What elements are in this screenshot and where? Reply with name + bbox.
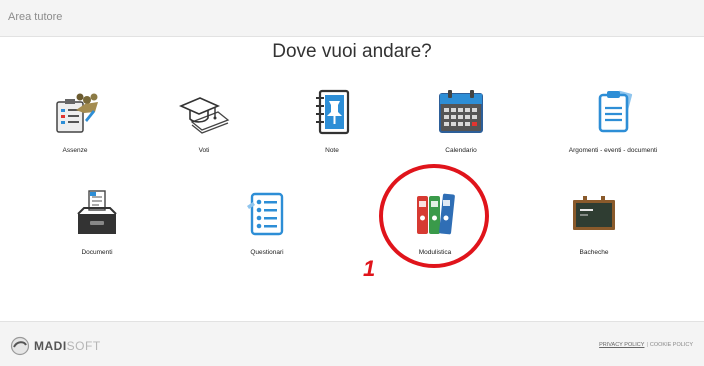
tile-note[interactable]: Note bbox=[267, 86, 397, 176]
tile-label: Assenze bbox=[62, 147, 88, 154]
footer-links: PRIVACY POLICY | COOKIE POLICY bbox=[599, 342, 693, 348]
binders-icon bbox=[409, 188, 461, 240]
tile-label: Voti bbox=[198, 147, 210, 154]
tile-modulistica[interactable]: Modulistica bbox=[370, 188, 500, 278]
tile-label: Argomenti - eventi - documenti bbox=[568, 147, 658, 154]
graduation-cap-icon bbox=[178, 86, 230, 138]
chalkboard-icon bbox=[568, 188, 620, 240]
logo-text: MADISOFT bbox=[34, 339, 101, 353]
tile-label: Modulistica bbox=[418, 249, 452, 256]
logo-text-light: SOFT bbox=[66, 339, 101, 353]
questionnaire-icon bbox=[241, 188, 293, 240]
tile-argomenti[interactable]: Argomenti - eventi - documenti bbox=[548, 86, 678, 176]
tile-label: Note bbox=[325, 147, 339, 154]
tile-voti[interactable]: Voti bbox=[139, 86, 269, 176]
link-separator: | bbox=[646, 342, 648, 348]
top-bar: Area tutore bbox=[0, 0, 704, 37]
calendar-icon bbox=[435, 86, 487, 138]
privacy-policy-link[interactable]: PRIVACY POLICY bbox=[599, 342, 644, 348]
tile-label: Documenti bbox=[81, 249, 113, 256]
annotation-number: 1 bbox=[363, 256, 376, 281]
page-heading: Dove vuoi andare? bbox=[272, 41, 432, 62]
cookie-policy-link[interactable]: COOKIE POLICY bbox=[650, 342, 693, 348]
tile-documenti[interactable]: Documenti bbox=[32, 188, 162, 278]
madisoft-logo: MADISOFT bbox=[10, 336, 101, 356]
logo-circle-icon bbox=[10, 336, 30, 356]
footer: MADISOFT PRIVACY POLICY | COOKIE POLICY bbox=[0, 321, 704, 366]
area-title: Area tutore bbox=[8, 11, 63, 23]
tile-assenze[interactable]: Assenze bbox=[10, 86, 140, 176]
tile-questionari[interactable]: Questionari bbox=[202, 188, 332, 278]
logo-text-bold: MADI bbox=[34, 339, 67, 353]
attendance-icon bbox=[49, 86, 101, 138]
tile-label: Calendario bbox=[445, 147, 477, 154]
clipboard-icon bbox=[587, 86, 639, 138]
tile-label: Bacheche bbox=[579, 249, 609, 256]
document-tray-icon bbox=[71, 188, 123, 240]
tile-bacheche[interactable]: Bacheche bbox=[529, 188, 659, 278]
tile-calendario[interactable]: Calendario bbox=[396, 86, 526, 176]
pinned-note-icon bbox=[306, 86, 358, 138]
tile-label: Questionari bbox=[250, 249, 284, 256]
